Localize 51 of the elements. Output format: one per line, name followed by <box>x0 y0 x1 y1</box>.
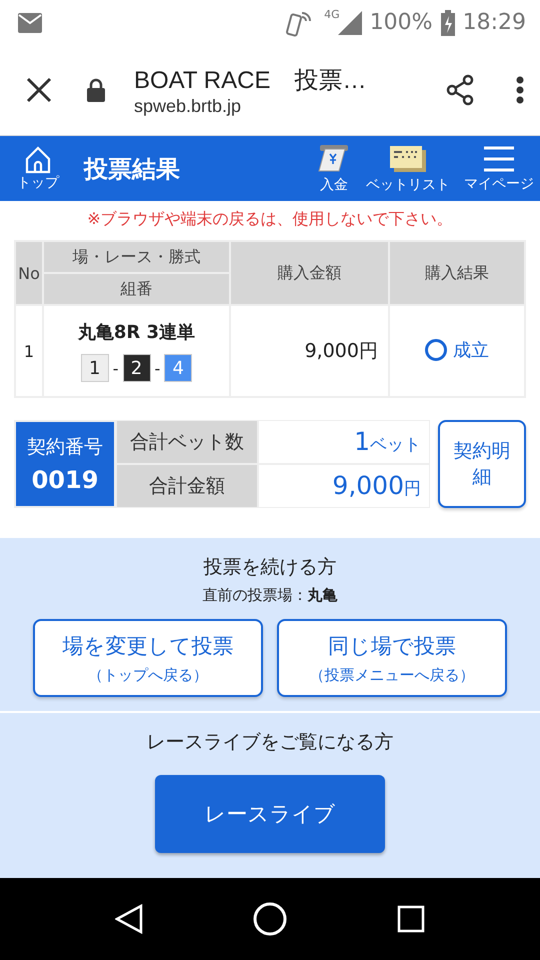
home-icon[interactable] <box>252 901 288 937</box>
header-link[interactable]: マイページ <box>464 144 534 192</box>
section-title: レースライブをご覧になる方 <box>146 730 394 755</box>
race-live-button[interactable]: レースライブ <box>155 775 385 853</box>
section-title: 投票を続ける方 <box>204 555 336 580</box>
recents-icon[interactable] <box>397 905 426 933</box>
last-venue-text: 直前の投票場：丸亀 <box>202 586 338 605</box>
battery-icon <box>440 10 455 36</box>
result-text: 成立 <box>425 338 489 362</box>
signal-icon <box>338 10 362 34</box>
contract-label: 契約番号 <box>27 435 103 460</box>
more-icon[interactable] <box>516 76 524 104</box>
header-link[interactable]: ベットリスト <box>366 144 450 194</box>
summary-label: 合計金額 <box>116 464 258 508</box>
column-header: 組番 <box>43 273 230 305</box>
header-title: 投票結果 <box>84 154 181 184</box>
summary-value: 1ベット <box>258 420 430 464</box>
vote-button[interactable]: 同じ場で投票 （投票メニューへ戻る） <box>277 619 507 697</box>
table-cell: 1 <box>15 305 43 397</box>
separator-text: - <box>154 358 160 378</box>
contract-number: 0019 <box>32 466 98 494</box>
network-label: 4G <box>324 8 340 21</box>
column-header: 場・レース・勝式 <box>43 241 230 273</box>
separator-text: - <box>112 358 118 378</box>
boat-number: 2 <box>122 354 150 382</box>
contract-detail-button[interactable]: 契約明細 <box>438 420 526 508</box>
back-icon[interactable] <box>114 904 143 934</box>
column-header: 購入結果 <box>389 241 525 305</box>
home-link[interactable]: トップ <box>14 146 62 192</box>
boat-number: 1 <box>80 354 109 382</box>
menu-icon <box>482 144 516 172</box>
vote-button[interactable]: 場を変更して投票 （トップへ戻る） <box>33 619 263 697</box>
warning-text: ※ブラウザや端末の戻るは、使用しないで下さい。 <box>86 208 454 230</box>
close-icon[interactable] <box>26 77 52 103</box>
battery-percent: 100% <box>370 10 433 35</box>
column-header: No <box>15 241 43 305</box>
header-link[interactable]: 入金 <box>316 144 352 194</box>
tickets-icon <box>388 144 428 174</box>
page-title: BOAT RACE 投票… <box>134 66 368 96</box>
column-header: 購入金額 <box>230 241 389 305</box>
share-icon[interactable] <box>444 74 476 106</box>
mail-icon <box>18 12 42 32</box>
summary-label: 合計ベット数 <box>116 420 258 464</box>
summary-value: 9,000円 <box>258 464 430 508</box>
clock: 18:29 <box>462 10 526 35</box>
lock-icon <box>86 78 106 102</box>
race-name: 丸亀8R 3連単 <box>76 321 196 344</box>
table-cell: 9,000円 <box>230 305 389 397</box>
url-text: spweb.brtb.jp <box>134 96 242 116</box>
home-icon <box>24 146 52 174</box>
boat-number: 4 <box>164 354 192 382</box>
